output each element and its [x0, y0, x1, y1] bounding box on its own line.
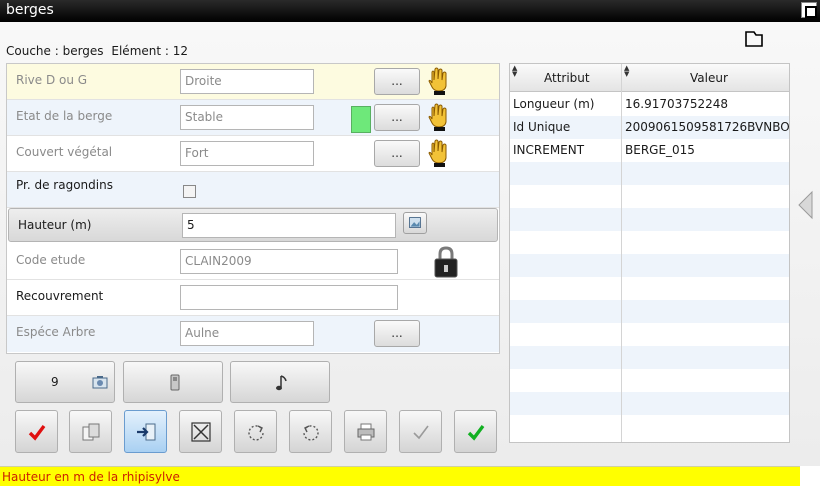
grid-cell-attr: Id Unique — [513, 120, 571, 134]
grid-column-divider — [621, 64, 622, 442]
hand-icon[interactable] — [428, 66, 448, 96]
zoom-extent-button[interactable] — [179, 410, 222, 453]
printer-icon — [357, 423, 375, 441]
cancel-button[interactable] — [15, 410, 58, 453]
photo-count: 9 — [51, 375, 59, 389]
espece-field[interactable]: Aulne — [180, 321, 314, 346]
element-label: Elément : 12 — [111, 44, 189, 58]
code-field: CLAIN2009 — [180, 249, 398, 274]
attribute-grid: ▲ ▼ Attribut ▲ ▼ Valeur Longueur (m) 16.91… — [509, 63, 790, 443]
copy-button[interactable] — [69, 410, 112, 453]
row-label: Recouvrement — [16, 289, 104, 303]
row-label: Pr. de ragondins — [16, 178, 113, 192]
grid-row-empty — [510, 415, 789, 438]
red-check-icon — [28, 424, 46, 441]
row-label: Code etude — [16, 253, 86, 267]
grid-row-empty — [510, 346, 789, 369]
copy-icon — [82, 423, 100, 441]
grid-row[interactable]: INCREMENT BERGE_015 — [510, 139, 789, 162]
side-panel-arrow-icon[interactable] — [797, 190, 813, 220]
grid-header-attribut[interactable]: Attribut — [544, 71, 590, 85]
grid-row-empty — [510, 392, 789, 415]
rotate-right-button[interactable] — [234, 410, 277, 453]
grid-row-empty — [510, 208, 789, 231]
row-label: Couvert végétal — [16, 145, 113, 159]
etat-choose-button[interactable]: ... — [374, 104, 420, 131]
attribute-form: Rive D ou G Droite ... Etat de la berge … — [6, 63, 500, 354]
image-picker-icon[interactable] — [403, 212, 427, 234]
rotate-right-icon — [248, 425, 264, 441]
grid-row[interactable]: Id Unique 200906150958172​6BVNBO — [510, 116, 790, 139]
couvert-choose-button[interactable]: ... — [374, 140, 420, 167]
row-hauteur: Hauteur (m) 5 — [8, 208, 498, 242]
grid-row-empty — [510, 369, 789, 392]
hand-icon[interactable] — [428, 102, 448, 132]
grid-cell-attr: Longueur (m) — [513, 97, 595, 111]
validate-button[interactable] — [454, 410, 497, 453]
espece-choose-button[interactable]: ... — [374, 320, 420, 347]
grid-row[interactable]: Longueur (m) 16.91703752248 — [510, 93, 789, 116]
dictaphone-button[interactable] — [123, 361, 223, 403]
grid-row-empty — [510, 277, 789, 300]
title-bar: berges — [0, 0, 820, 22]
print-button[interactable] — [344, 410, 387, 453]
sort-icon[interactable]: ▲ ▼ — [624, 65, 629, 78]
grid-cell-value: 16.91703752248 — [625, 97, 729, 111]
grid-header: ▲ ▼ Attribut ▲ ▼ Valeur — [510, 64, 789, 92]
status-text: Hauteur en m de la rhipisylve — [2, 470, 180, 484]
row-couvert: Couvert végétal Fort ... — [7, 136, 499, 172]
grid-row-empty — [510, 231, 789, 254]
row-label: Espéce Arbre — [16, 325, 96, 339]
status-bar: Hauteur en m de la rhipisylve — [0, 466, 800, 486]
grid-row-empty — [510, 254, 789, 277]
row-label: Hauteur (m) — [18, 218, 92, 232]
grid-row-empty — [510, 162, 789, 185]
import-arrow-icon — [137, 423, 156, 441]
lock-icon — [434, 246, 458, 278]
row-label: Etat de la berge — [16, 109, 113, 123]
row-espece: Espéce Arbre Aulne ... — [7, 316, 499, 352]
row-rive: Rive D ou G Droite ... — [7, 64, 499, 100]
import-button[interactable] — [124, 410, 167, 453]
grid-row-empty — [510, 323, 789, 346]
expand-icon[interactable] — [744, 30, 764, 48]
rive-field[interactable]: Droite — [180, 69, 314, 94]
validity-indicator — [351, 106, 371, 133]
green-check-icon — [467, 424, 485, 441]
row-code: Code etude CLAIN2009 — [7, 244, 499, 280]
row-ragondins: Pr. de ragondins — [7, 172, 499, 208]
etat-field[interactable]: Stable — [180, 105, 314, 130]
row-recouvrement: Recouvrement — [7, 280, 499, 316]
grid-header-valeur[interactable]: Valeur — [690, 71, 728, 85]
window-restore-button[interactable] — [801, 2, 817, 18]
layer-label: Couche : berges — [6, 44, 104, 58]
grey-check-icon — [413, 425, 429, 440]
row-etat: Etat de la berge Stable ... — [7, 100, 499, 136]
hand-icon[interactable] — [428, 138, 448, 168]
window-body: Couche : berges Elément : 12 Rive D ou G… — [0, 22, 820, 466]
ragondins-checkbox[interactable] — [183, 185, 196, 198]
grid-cell-value: BERGE_015 — [625, 143, 695, 157]
grid-row-empty — [510, 185, 789, 208]
layer-info: Couche : berges Elément : 12 — [6, 44, 192, 58]
sort-icon[interactable]: ▲ ▼ — [512, 65, 517, 78]
music-note-icon — [276, 375, 287, 391]
photo-button[interactable]: 9 — [15, 361, 115, 403]
recouvrement-field[interactable] — [180, 285, 398, 310]
row-label: Rive D ou G — [16, 73, 88, 87]
grid-row-empty — [510, 300, 789, 323]
camera-icon — [92, 376, 108, 389]
expand-arrows-icon — [191, 422, 211, 442]
rotate-left-button[interactable] — [289, 410, 332, 453]
grid-cell-value: 200906150958172​6BVNBO — [625, 120, 790, 134]
sound-button[interactable] — [230, 361, 330, 403]
phone-icon — [170, 374, 180, 391]
rotate-left-icon — [303, 425, 319, 441]
validate-grey-button[interactable] — [399, 410, 442, 453]
couvert-field[interactable]: Fort — [180, 141, 314, 166]
hauteur-field[interactable]: 5 — [182, 213, 396, 238]
window-title: berges — [6, 2, 54, 18]
rive-choose-button[interactable]: ... — [374, 68, 420, 95]
grid-cell-attr: INCREMENT — [513, 143, 585, 157]
